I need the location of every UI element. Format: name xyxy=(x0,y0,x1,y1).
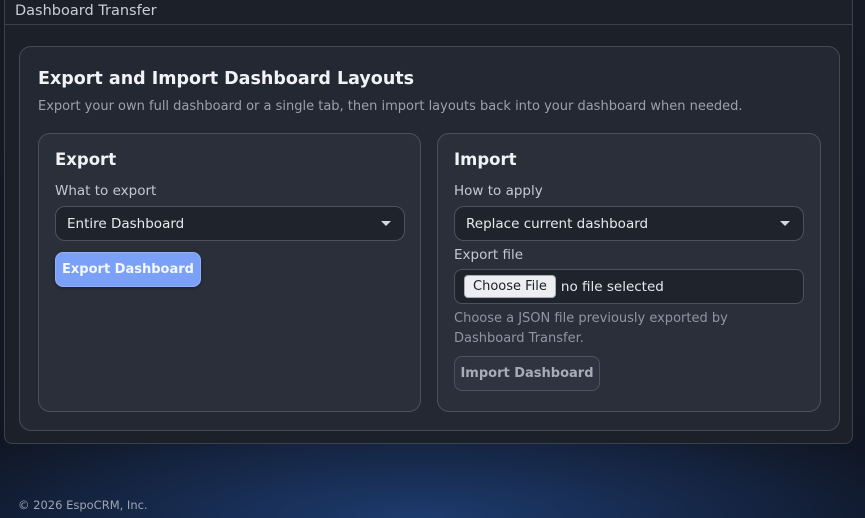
footer-copyright: © 2026 EspoCRM, Inc. xyxy=(18,498,148,512)
file-status: no file selected xyxy=(560,278,664,295)
export-dashboard-button[interactable]: Export Dashboard xyxy=(55,252,201,287)
import-section: Import How to apply Replace current dash… xyxy=(437,133,821,412)
how-to-apply-value: Replace current dashboard xyxy=(466,215,649,232)
what-to-export-select[interactable]: Entire Dashboard xyxy=(55,206,405,241)
card-title: Export and Import Dashboard Layouts xyxy=(38,69,415,89)
what-to-export-label: What to export xyxy=(55,183,157,199)
export-file-input[interactable]: Choose File no file selected xyxy=(454,269,804,304)
chevron-down-icon xyxy=(381,221,391,226)
how-to-apply-label: How to apply xyxy=(454,183,543,199)
transfer-card: Export and Import Dashboard Layouts Expo… xyxy=(19,46,840,431)
export-file-label: Export file xyxy=(454,247,524,263)
how-to-apply-select[interactable]: Replace current dashboard xyxy=(454,206,804,241)
dashboard-transfer-panel: Dashboard Transfer Export and Import Das… xyxy=(4,0,853,444)
import-title: Import xyxy=(454,150,517,169)
what-to-export-value: Entire Dashboard xyxy=(67,215,185,232)
import-dashboard-button[interactable]: Import Dashboard xyxy=(454,356,600,391)
card-subtitle: Export your own full dashboard or a sing… xyxy=(38,99,743,114)
export-section: Export What to export Entire Dashboard E… xyxy=(38,133,421,412)
export-title: Export xyxy=(55,150,117,169)
choose-file-button[interactable]: Choose File xyxy=(464,275,556,298)
panel-title: Dashboard Transfer xyxy=(15,3,157,19)
chevron-down-icon xyxy=(780,221,790,226)
panel-header: Dashboard Transfer xyxy=(5,1,852,25)
import-help-text: Choose a JSON file previously exported b… xyxy=(454,311,728,346)
